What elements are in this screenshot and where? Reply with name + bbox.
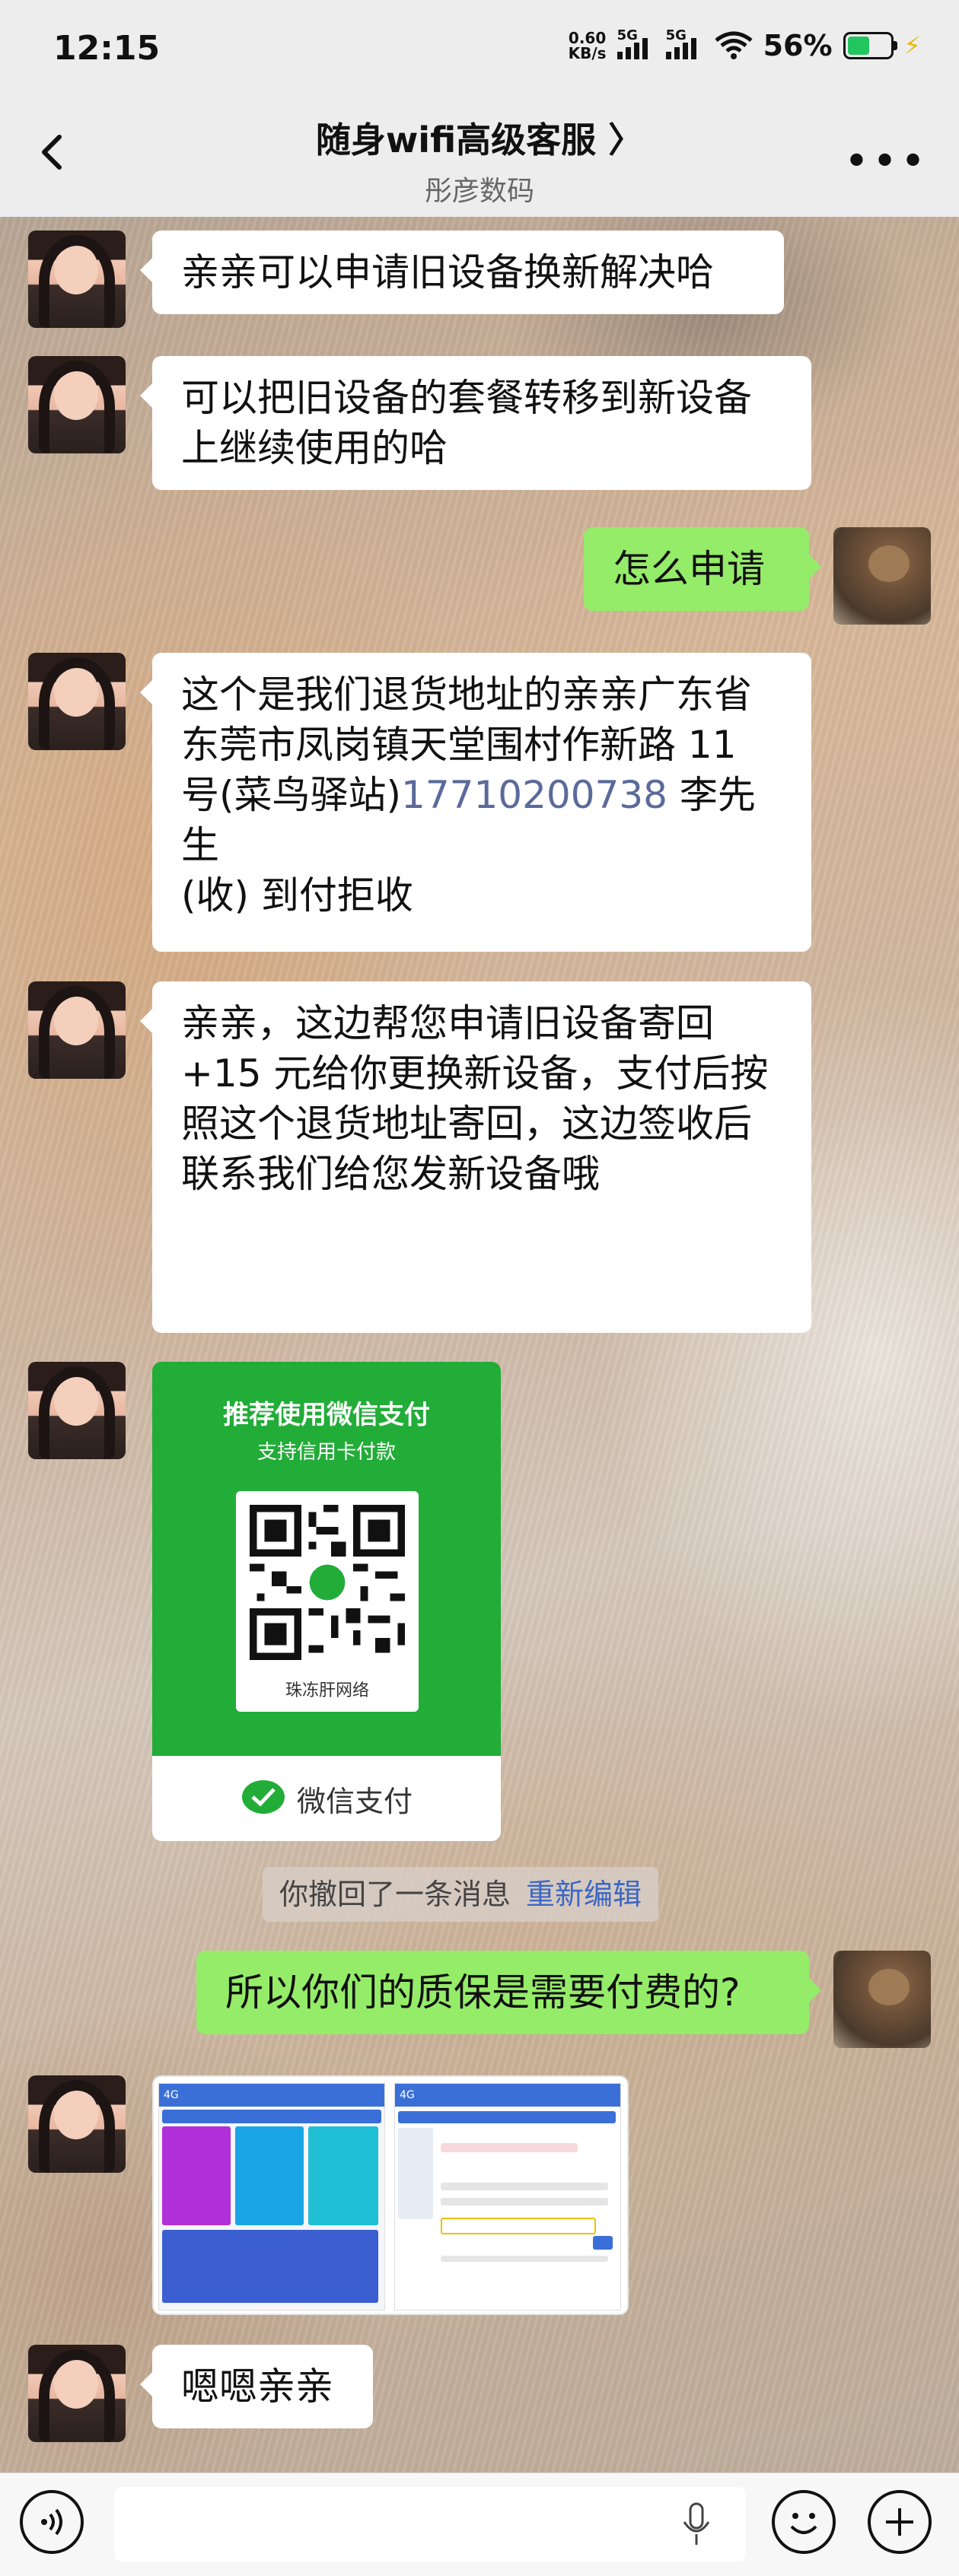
phone-number-link[interactable]: 17710200738 <box>401 773 667 817</box>
chat-title[interactable]: 随身wifi高级客服 〉 <box>0 113 959 163</box>
avatar[interactable] <box>28 1362 126 1459</box>
more-icon[interactable]: ••• <box>844 137 929 186</box>
payee-name: 珠冻肝网络 <box>285 1681 369 1700</box>
status-icons: 0.60 KB/s 5G 5G 56% ⚡ <box>568 27 921 62</box>
battery-icon <box>843 32 897 59</box>
avatar[interactable] <box>833 527 931 625</box>
avatar[interactable] <box>28 981 126 1079</box>
emoji-icon[interactable] <box>772 2490 836 2554</box>
battery-percent: 56% <box>763 29 833 62</box>
status-bar: 12:15 0.60 KB/s 5G 5G 56% ⚡ <box>0 0 959 99</box>
signal-5g-2-icon: 5G <box>665 27 704 59</box>
wechat-pay-label: 微信支付 <box>296 1784 413 1818</box>
avatar[interactable] <box>28 2075 126 2173</box>
avatar[interactable] <box>28 2345 126 2442</box>
plus-icon[interactable] <box>868 2490 932 2554</box>
screenshot-left: 4G <box>158 2083 385 2310</box>
qr-code-icon <box>250 1505 405 1660</box>
re-edit-link[interactable]: 重新编辑 <box>526 1878 642 1911</box>
signal-5g-1-icon: 5G <box>616 27 655 59</box>
wifi-icon <box>715 31 753 60</box>
voice-icon[interactable] <box>20 2490 84 2554</box>
message-input[interactable] <box>114 2487 746 2562</box>
pay-card-footer: 微信支付 <box>152 1756 501 1841</box>
message-bubble[interactable]: 亲亲，这边帮您申请旧设备寄回 +15 元给你更换新设备，支付后按 照这个退货地址… <box>140 981 811 1333</box>
recall-notice: 你撤回了一条消息 重新编辑 <box>263 1867 659 1922</box>
message-bubble[interactable]: 亲亲可以申请旧设备换新解决哈 <box>140 231 784 314</box>
chat-header: 随身wifi高级客服 〉 彤彦数码 ••• <box>0 99 959 217</box>
message-bubble[interactable]: 这个是我们退货地址的亲亲广东省 东莞市凤岗镇天堂围村作新路 11 号(菜鸟驿站)… <box>140 653 811 952</box>
wechat-pay-icon <box>241 1780 285 1814</box>
wechat-pay-qr-card[interactable]: 推荐使用微信支付 支持信用卡付款 珠冻肝网络 微信支付 <box>152 1362 501 1841</box>
avatar[interactable] <box>28 356 126 453</box>
pay-card-title: 推荐使用微信支付 <box>223 1400 430 1430</box>
avatar[interactable] <box>28 653 126 750</box>
chat-subtitle: 彤彦数码 <box>424 176 534 207</box>
screenshot-right: 4G <box>394 2083 621 2310</box>
clock: 12:15 <box>53 29 161 68</box>
message-bubble[interactable]: 怎么申请 <box>584 527 821 611</box>
qr-code-frame: 珠冻肝网络 <box>236 1491 419 1712</box>
net-speed: 0.60 KB/s <box>568 29 607 62</box>
pay-card-subtitle: 支持信用卡付款 <box>256 1441 396 1464</box>
message-bubble[interactable]: 可以把旧设备的套餐转移到新设备 上继续使用的哈 <box>140 356 811 490</box>
message-bubble[interactable]: 嗯嗯亲亲 <box>140 2345 373 2428</box>
image-message[interactable]: 4G 4G <box>152 2075 629 2315</box>
charging-icon: ⚡ <box>903 31 921 60</box>
mic-icon[interactable] <box>681 2502 712 2548</box>
avatar[interactable] <box>28 231 126 328</box>
input-bar <box>0 2473 959 2576</box>
message-bubble[interactable]: 所以你们的质保是需要付费的? <box>196 1951 821 2034</box>
avatar[interactable] <box>833 1951 931 2048</box>
